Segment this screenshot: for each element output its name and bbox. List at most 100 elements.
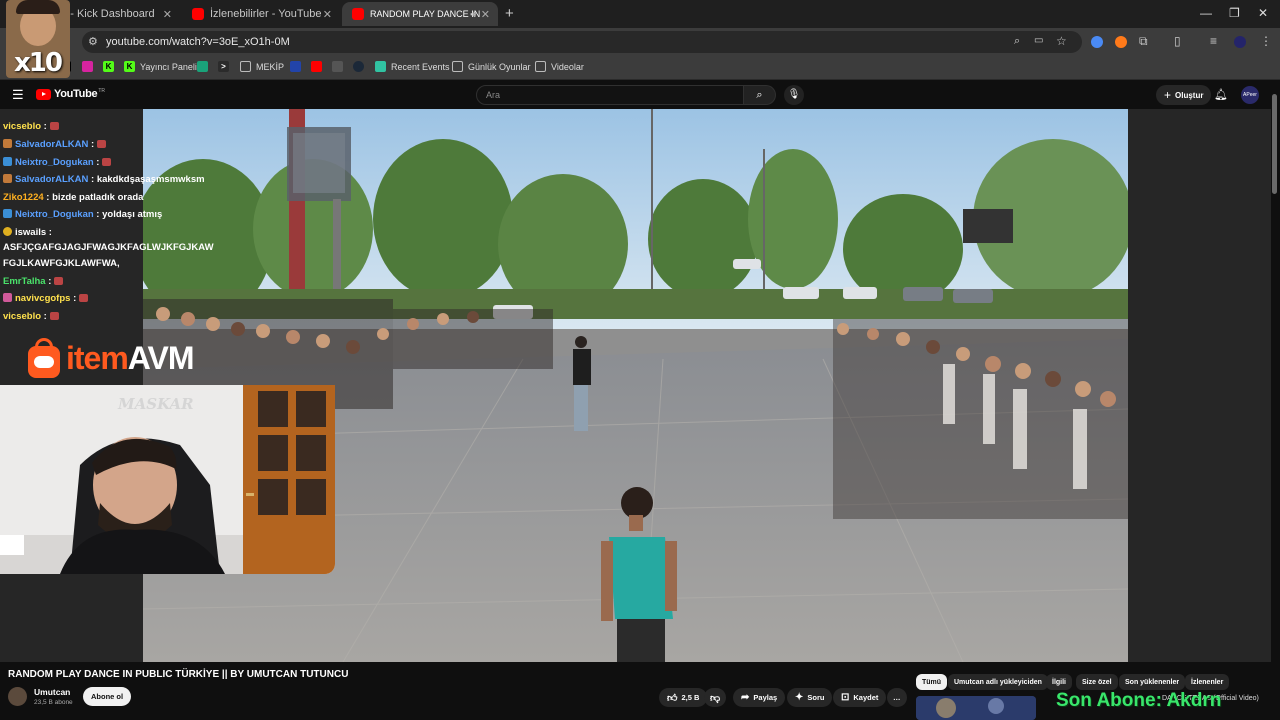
subscribe-button[interactable]: Abone ol (83, 687, 132, 706)
reading-list-icon[interactable]: ≡ (1210, 34, 1217, 48)
chat-username: vicseblo (3, 121, 42, 132)
chat-username: Ziko1224 (3, 192, 44, 203)
chat-text: FGJLKAWFGJKLAWFWA, (3, 258, 120, 269)
recommendation-image (916, 696, 1036, 720)
folder-icon (452, 61, 463, 72)
webcam-wall-text: MASKAR (118, 395, 194, 413)
bookmark-image[interactable] (332, 61, 348, 72)
chat-username: iswails (15, 227, 47, 238)
site-info-icon[interactable]: ⚙ (88, 35, 98, 48)
bookmark-yayinci-paneli[interactable]: K Yayıncı Paneli (124, 61, 197, 72)
notifications-bell-icon[interactable]: 🔔︎ (1214, 88, 1228, 101)
maximize-icon[interactable]: ❐ (1229, 6, 1240, 20)
youtube-icon (311, 61, 322, 72)
ask-button[interactable]: ✦ Soru (787, 688, 833, 707)
chat-emote-icon (49, 312, 59, 320)
chat-text: kakdkdşaşaşmsmwksm (94, 174, 205, 185)
tab-izlenebilirler[interactable]: İzlenebilirler - YouTube ✕ (182, 2, 340, 26)
extension-icon[interactable] (1091, 36, 1103, 48)
search-button[interactable]: ⌕ (744, 85, 776, 105)
dislike-button[interactable]: 👎︎ (704, 688, 727, 707)
bookmark-folder-gunluk-oyunlar[interactable]: Günlük Oyunlar (452, 61, 531, 72)
chat-username: Neixtro_Dogukan (15, 209, 94, 220)
bookmark-youtube[interactable] (311, 61, 327, 72)
tab-random-play-dance[interactable]: RANDOM PLAY DANCE IN 🔊︎ ✕ (342, 2, 498, 26)
new-tab-icon[interactable]: + (505, 5, 514, 22)
chip-tumu[interactable]: Tümü (916, 674, 948, 690)
hamburger-menu-icon[interactable]: ☰ (12, 87, 24, 103)
chat-message: Ziko1224 : bizde patladık orada (3, 192, 143, 203)
chat-badge-icon (3, 209, 12, 218)
player-right-margin (1128, 109, 1271, 662)
address-bar[interactable]: ⚙ youtube.com/watch?v=3oE_xO1h-0M ⌕ ▭ ☆ (82, 31, 1082, 53)
chip-size-ozel[interactable]: Size özel (1076, 674, 1118, 690)
bookmark-recent-events[interactable]: Recent Events (375, 61, 450, 72)
bookmark-folder-mekip[interactable]: MEKİP (240, 61, 284, 72)
chat-message: vicseblo : (3, 311, 59, 322)
share-button[interactable]: ➦ Paylaş (733, 688, 786, 707)
profile-avatar[interactable] (1234, 36, 1246, 48)
chip-ilgili[interactable]: İlgili (1046, 674, 1072, 690)
zoom-icon[interactable]: ⌕ (1014, 35, 1020, 48)
chat-text: bizde patladık orada (49, 192, 144, 203)
plus-icon: + (1164, 88, 1172, 102)
channel-name[interactable]: Umutcan (34, 687, 70, 697)
bookmark-kick[interactable]: K (103, 61, 119, 72)
minimize-icon[interactable]: — (1200, 6, 1212, 20)
close-icon[interactable]: ✕ (163, 8, 172, 21)
chat-message: vicseblo : (3, 121, 59, 132)
chat-badge-icon (3, 227, 12, 236)
logo-wordmark: YouTube (54, 88, 98, 100)
chat-separator: : (70, 293, 77, 304)
chat-username: vicseblo (3, 311, 42, 322)
channel-avatar[interactable] (8, 687, 27, 706)
video-title: RANDOM PLAY DANCE IN PUBLIC TÜRKİYE || B… (8, 669, 349, 680)
bookmark-star-icon[interactable]: ☆ (1056, 34, 1067, 48)
close-icon[interactable]: ✕ (481, 8, 490, 21)
extension-icon[interactable] (1115, 36, 1127, 48)
close-icon[interactable]: ✕ (323, 8, 332, 21)
itemavm-sponsor-logo: itemAVM (26, 336, 195, 380)
microphone-icon: 🎙︎ (787, 89, 801, 100)
tab-label: İzlenebilirler - YouTube (210, 8, 322, 20)
more-icon: … (893, 693, 901, 702)
chat-separator: : (41, 121, 47, 132)
chat-username: navivcgofps (15, 293, 71, 304)
account-avatar[interactable]: APeer (1241, 86, 1259, 104)
bookmark-steam[interactable] (353, 61, 369, 72)
last-subscriber-overlay: Son Abone: Akdrn (1056, 690, 1222, 711)
page-scrollbar[interactable] (1271, 84, 1278, 664)
like-button[interactable]: 👍︎ 2,5 B (659, 688, 708, 707)
chat-separator: : (41, 311, 47, 322)
chip-umutcan[interactable]: Umutcan adlı yükleyiciden (948, 674, 1048, 690)
extensions-puzzle-icon[interactable]: ⧉ (1139, 34, 1148, 49)
bookmark-folder-videolar[interactable]: Videolar (535, 61, 584, 72)
chat-username: SalvadorALKAN (15, 139, 89, 150)
search-input[interactable]: Ara (476, 85, 744, 105)
scrollbar-thumb[interactable] (1272, 94, 1277, 194)
chat-username: Neixtro_Dogukan (15, 157, 94, 168)
more-actions-button[interactable]: … (887, 688, 907, 707)
youtube-logo[interactable]: YouTube TR (36, 88, 105, 100)
window-close-icon[interactable]: ✕ (1258, 6, 1268, 20)
save-button[interactable]: ⊡ Kaydet (833, 688, 887, 707)
sidebar-icon[interactable]: ▯ (1174, 34, 1181, 48)
voice-search-button[interactable]: 🎙︎ (784, 85, 804, 105)
logo-region: TR (98, 88, 105, 94)
kick-icon: K (124, 61, 135, 72)
recommendation-thumbnail[interactable] (916, 696, 1036, 720)
url-text[interactable]: youtube.com/watch?v=3oE_xO1h-0M (106, 36, 290, 48)
chip-izlenenler[interactable]: İzlenenler (1185, 674, 1230, 690)
chip-son-yuklenenler[interactable]: Son yüklenenler (1119, 674, 1186, 690)
folder-icon (240, 61, 251, 72)
bookmark-terminal[interactable]: > (218, 61, 234, 72)
cast-icon[interactable]: ▭ (1034, 35, 1043, 46)
bookmark-app-blue[interactable] (290, 61, 306, 72)
audio-playing-icon[interactable]: 🔊︎ (470, 9, 476, 20)
bookmark-instagram[interactable] (82, 61, 98, 72)
browser-menu-icon[interactable]: ⋮ (1260, 34, 1272, 48)
sparkle-icon: ✦ (795, 692, 804, 703)
bookmark-app[interactable] (197, 61, 213, 72)
thumbs-up-icon: 👍︎ (667, 692, 678, 704)
create-button[interactable]: + Oluştur (1156, 85, 1212, 105)
